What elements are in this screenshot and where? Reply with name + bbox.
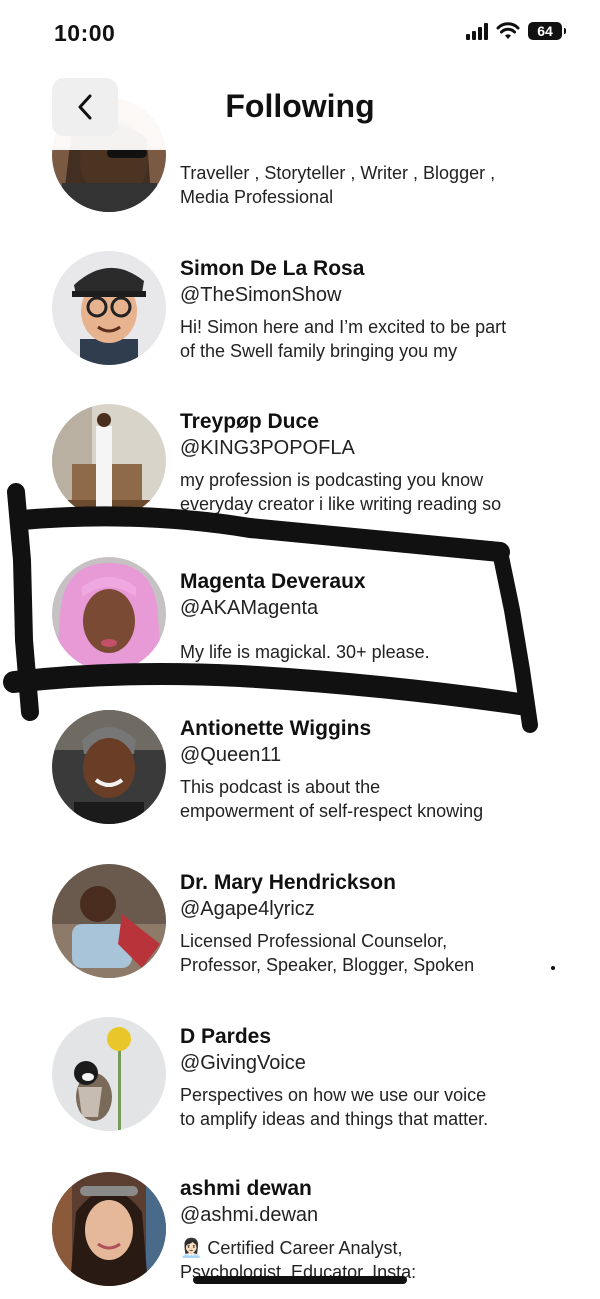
user-handle: @TheSimonShow (180, 284, 342, 306)
user-handle: @Queen11 (180, 744, 282, 766)
avatar[interactable] (52, 404, 166, 518)
user-name[interactable]: Magenta Deveraux (180, 570, 366, 594)
user-handle: @AKAMagenta (180, 597, 319, 619)
user-bio-line: Professor, Speaker, Blogger, Spoken (180, 955, 475, 975)
user-bio-line: my profession is podcasting you know (180, 470, 484, 490)
avatar[interactable] (52, 557, 166, 671)
user-bio-line: Perspectives on how we use our voice (180, 1085, 487, 1105)
avatar[interactable] (52, 864, 166, 978)
home-indicator[interactable] (193, 1276, 407, 1284)
stray-dot (551, 966, 555, 970)
user-bio-line: Hi! Simon here and I’m excited to be par… (180, 317, 507, 337)
user-bio-line: Traveller , Storyteller , Writer , Blogg… (180, 163, 496, 183)
user-name[interactable]: Antionette Wiggins (180, 717, 371, 741)
user-bio-line: everyday creator i like writing reading … (180, 494, 502, 514)
user-bio-line: empowerment of self-respect knowing (180, 801, 484, 821)
user-bio-line: My life is magickal. 30+ please. (180, 642, 430, 662)
avatar[interactable] (52, 251, 166, 365)
following-list: Traveller , Storyteller , Writer , Blogg… (0, 0, 600, 1299)
user-name[interactable]: D Pardes (180, 1025, 271, 1049)
user-handle: @KING3POPOFLA (180, 437, 355, 459)
user-bio-line: 👩🏻‍💼 Certified Career Analyst, (180, 1238, 403, 1258)
user-bio-line: Licensed Professional Counselor, (180, 931, 448, 951)
nav-header: Following (0, 70, 600, 150)
user-name[interactable]: ashmi dewan (180, 1177, 312, 1201)
user-bio-line: of the Swell family bringing you my (180, 341, 458, 361)
avatar[interactable] (52, 710, 166, 824)
user-name[interactable]: Simon De La Rosa (180, 257, 364, 281)
user-handle: @Agape4lyricz (180, 898, 315, 920)
avatar[interactable] (52, 1017, 166, 1131)
user-name[interactable]: Treypøp Duce (180, 410, 319, 434)
user-bio-line: to amplify ideas and things that matter. (180, 1109, 489, 1129)
user-handle: @GivingVoice (180, 1052, 306, 1074)
user-name[interactable]: Dr. Mary Hendrickson (180, 871, 396, 895)
user-handle: @ashmi.dewan (180, 1204, 319, 1226)
avatar[interactable] (52, 1172, 166, 1286)
user-bio-line: Media Professional (180, 187, 334, 207)
user-bio-line: This podcast is about the (180, 777, 381, 797)
page-title: Following (225, 88, 375, 124)
